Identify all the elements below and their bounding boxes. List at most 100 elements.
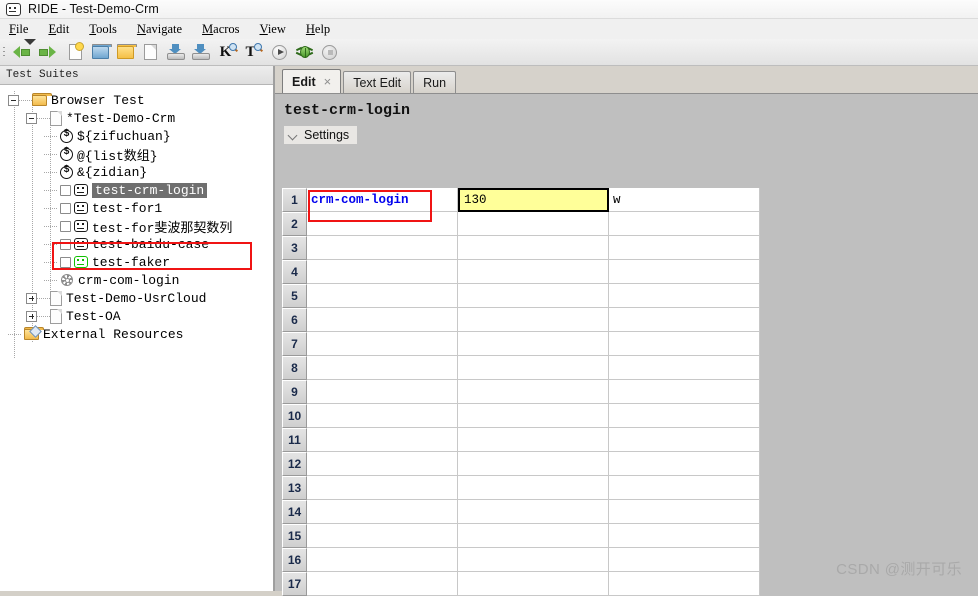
- search-keyword-button[interactable]: K: [213, 40, 238, 65]
- grid-cell[interactable]: [911, 476, 978, 500]
- tree-item-test-baidu-case[interactable]: test-baidu-case: [0, 235, 273, 253]
- tree-collapse-icon[interactable]: [26, 112, 37, 124]
- new-project-button[interactable]: [63, 40, 88, 65]
- tree-item-checkbox[interactable]: [60, 256, 71, 268]
- grid-row[interactable]: 11: [282, 428, 978, 452]
- grid-row[interactable]: 3: [282, 236, 978, 260]
- grid-cell[interactable]: 130: [458, 188, 609, 212]
- grid-row[interactable]: 8: [282, 356, 978, 380]
- grid-cell[interactable]: [609, 428, 760, 452]
- grid-cell[interactable]: [911, 260, 978, 284]
- open-directory-button[interactable]: [113, 40, 138, 65]
- settings-toggle[interactable]: Settings: [284, 126, 358, 144]
- grid-cell[interactable]: [609, 212, 760, 236]
- grid-cell[interactable]: [458, 356, 609, 380]
- forward-button[interactable]: [34, 40, 59, 65]
- grid-cell[interactable]: [760, 476, 911, 500]
- grid-row[interactable]: 7: [282, 332, 978, 356]
- grid-cell[interactable]: [609, 452, 760, 476]
- tree-item-test-oa[interactable]: Test-OA: [0, 307, 273, 325]
- grid-cell[interactable]: [609, 308, 760, 332]
- grid-cell[interactable]: [458, 428, 609, 452]
- grid-cell[interactable]: [760, 284, 911, 308]
- grid-row[interactable]: 2: [282, 212, 978, 236]
- tree-item-test-faker[interactable]: test-faker: [0, 253, 273, 271]
- tree-item-test-demo-usrcloud[interactable]: Test-Demo-UsrCloud: [0, 289, 273, 307]
- grid-cell[interactable]: [609, 356, 760, 380]
- grid-cell[interactable]: [760, 356, 911, 380]
- grid-cell[interactable]: [307, 404, 458, 428]
- grid-cell[interactable]: [307, 308, 458, 332]
- grid-cell[interactable]: [458, 500, 609, 524]
- grid-cell[interactable]: [911, 284, 978, 308]
- grid-cell[interactable]: [609, 404, 760, 428]
- new-file-button[interactable]: [138, 40, 163, 65]
- grid-cell[interactable]: [609, 500, 760, 524]
- grid-row[interactable]: 1 crm-com-login 130 w: [282, 188, 978, 212]
- tree-item-checkbox[interactable]: [60, 202, 71, 214]
- grid-cell[interactable]: [307, 332, 458, 356]
- grid-cell[interactable]: [911, 356, 978, 380]
- grid-cell[interactable]: [911, 500, 978, 524]
- back-button[interactable]: [9, 40, 34, 65]
- tab-edit[interactable]: Edit ×: [282, 69, 342, 93]
- grid-cell[interactable]: [760, 404, 911, 428]
- close-icon[interactable]: ×: [324, 75, 332, 88]
- grid-cell[interactable]: [760, 260, 911, 284]
- grid-cell[interactable]: crm-com-login: [307, 188, 458, 212]
- grid-cell[interactable]: [609, 548, 760, 572]
- grid-row[interactable]: 15: [282, 524, 978, 548]
- test-suites-tree[interactable]: Browser Test *Test-Demo-Crm ${zifuchuan} @{…: [0, 85, 273, 591]
- tree-expand-icon[interactable]: [26, 310, 37, 322]
- grid-cell[interactable]: [760, 524, 911, 548]
- tree-item-checkbox[interactable]: [60, 184, 71, 196]
- grid-cell[interactable]: [458, 212, 609, 236]
- menu-edit[interactable]: Edit: [48, 22, 69, 37]
- grid-cell[interactable]: [609, 380, 760, 404]
- menu-navigate[interactable]: Navigate: [137, 22, 182, 37]
- grid-cell[interactable]: [458, 404, 609, 428]
- grid-row[interactable]: 9: [282, 380, 978, 404]
- grid-cell[interactable]: [760, 332, 911, 356]
- tree-item-browser-test[interactable]: Browser Test: [0, 91, 273, 109]
- grid-cell[interactable]: [609, 236, 760, 260]
- grid-cell[interactable]: [609, 260, 760, 284]
- grid-cell[interactable]: [307, 380, 458, 404]
- menu-file[interactable]: File: [9, 22, 28, 37]
- tree-item-zifuchuan[interactable]: ${zifuchuan}: [0, 127, 273, 145]
- grid-cell[interactable]: [760, 428, 911, 452]
- grid-cell[interactable]: [307, 260, 458, 284]
- tree-item-test-for[interactable]: test-for斐波那契数列: [0, 217, 273, 236]
- tab-text-edit[interactable]: Text Edit: [343, 71, 412, 93]
- grid-cell[interactable]: [307, 524, 458, 548]
- grid-row[interactable]: 4: [282, 260, 978, 284]
- menu-view[interactable]: View: [260, 22, 286, 37]
- search-tests-button[interactable]: T: [238, 40, 263, 65]
- grid-cell[interactable]: [458, 332, 609, 356]
- grid-cell[interactable]: [911, 428, 978, 452]
- grid-cell[interactable]: [458, 260, 609, 284]
- grid-cell[interactable]: [911, 404, 978, 428]
- grid-cell[interactable]: [458, 284, 609, 308]
- grid-cell[interactable]: [609, 332, 760, 356]
- tree-item-checkbox[interactable]: [60, 220, 71, 232]
- tree-item-external-resources[interactable]: External Resources: [0, 325, 273, 343]
- grid-cell[interactable]: [307, 356, 458, 380]
- open-project-button[interactable]: [88, 40, 113, 65]
- save-button[interactable]: [163, 40, 188, 65]
- menu-macros[interactable]: Macros: [202, 22, 240, 37]
- grid-cell[interactable]: [307, 428, 458, 452]
- tree-item-test-demo-crm[interactable]: *Test-Demo-Crm: [0, 109, 273, 127]
- grid-row[interactable]: 14: [282, 500, 978, 524]
- grid-cell[interactable]: [458, 524, 609, 548]
- grid-cell[interactable]: [911, 524, 978, 548]
- grid-cell[interactable]: [458, 308, 609, 332]
- grid-cell[interactable]: [760, 212, 911, 236]
- tree-item-test-for1[interactable]: test-for1: [0, 199, 273, 217]
- grid-cell[interactable]: [911, 332, 978, 356]
- grid-row[interactable]: 12: [282, 452, 978, 476]
- menu-help[interactable]: Help: [306, 22, 330, 37]
- grid-cell[interactable]: [307, 284, 458, 308]
- tree-item-checkbox[interactable]: [60, 238, 71, 250]
- grid-cell[interactable]: [911, 308, 978, 332]
